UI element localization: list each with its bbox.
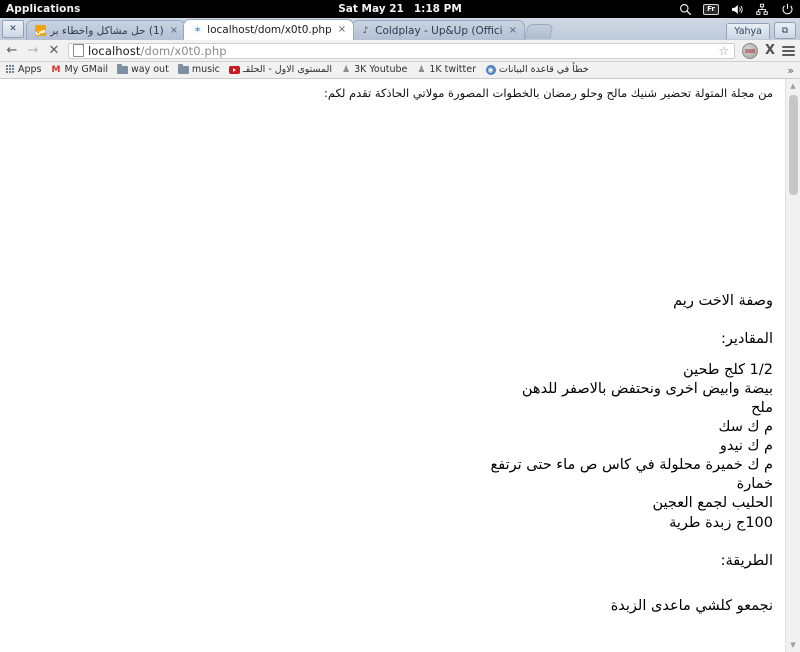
method-line: نجمعو كلشي ماعدى الزبدة <box>610 598 773 615</box>
applications-menu[interactable]: Applications <box>6 3 80 15</box>
back-button[interactable]: ← <box>5 43 19 59</box>
os-top-panel: Applications Sat May 21 1:18 PM Fr <box>0 0 800 18</box>
list-item: م ك سك <box>718 418 773 435</box>
close-x-icon[interactable]: X <box>765 44 775 57</box>
browser-tab-strip: ✕ ص (1) حل مشاكل واخطاء بر × ✶ localhost… <box>0 18 800 40</box>
youtube-icon <box>228 65 240 75</box>
bookmark-label: music <box>191 64 220 76</box>
folder-icon <box>117 64 129 75</box>
bookmark-youtube-lesson[interactable]: المستوى الاول - الحلقـ <box>228 64 333 76</box>
user-profile-chip[interactable]: Yahya <box>726 23 770 39</box>
ingredients-list: 1/2 كلج طحين بيضة وابيض اخرى ونحتفض بالا… <box>8 361 773 533</box>
window-close-button[interactable]: ✕ <box>2 20 24 38</box>
extension-icon[interactable] <box>741 42 758 59</box>
hamburger-menu-icon[interactable] <box>782 45 795 56</box>
list-item: ملح <box>751 399 773 416</box>
bookmark-label: My GMail <box>64 64 109 76</box>
list-item: خمارة <box>736 476 773 493</box>
stop-loading-button[interactable]: ✕ <box>47 43 61 59</box>
keyboard-layout-indicator[interactable]: Fr <box>703 3 719 15</box>
url-path: /dom/x0t0.php <box>140 43 227 58</box>
loading-spinner-icon: ✶ <box>193 24 202 36</box>
tab-title: (1) حل مشاكل واخطاء بر <box>50 24 164 37</box>
list-item: م ك خميرة محلولة في كاس ص ماء حتى ترتفع <box>490 457 773 474</box>
bookmark-database-error[interactable]: ◉ خطأ في قاعدة البيانات <box>485 65 589 75</box>
bookmark-music[interactable]: music <box>177 64 220 76</box>
volume-icon[interactable] <box>730 2 744 16</box>
address-bar[interactable]: localhost/dom/x0t0.php ☆ <box>68 42 735 59</box>
browser-tab-3[interactable]: ♪ Coldplay - Up&Up (Offici × <box>351 20 525 40</box>
scrollbar-thumb[interactable] <box>789 95 798 195</box>
bookmark-label: 3K Youtube <box>354 64 408 76</box>
intro-paragraph: من مجلة المتولة تحضير شنيك مالح وحلو رمض… <box>324 86 773 100</box>
gmail-icon: M <box>51 64 61 75</box>
tab-title: localhost/dom/x0t0.php <box>207 24 332 36</box>
browser-tab-1[interactable]: ص (1) حل مشاكل واخطاء بر × <box>26 20 187 40</box>
bookmark-label: المستوى الاول - الحلقـ <box>242 64 333 76</box>
list-item: م ك نيدو <box>719 438 773 454</box>
list-item: 100ج زبدة طرية <box>669 514 773 531</box>
tab-close-icon[interactable]: × <box>336 25 346 35</box>
os-date: Sat May 21 <box>338 3 404 15</box>
bookmarks-overflow-button[interactable]: » <box>787 64 796 77</box>
bookmark-my-gmail[interactable]: M My GMail <box>51 64 109 76</box>
scroll-down-arrow[interactable]: ▼ <box>786 638 800 652</box>
browser-toolbar: ← → ✕ localhost/dom/x0t0.php ☆ X <box>0 40 800 62</box>
bookmark-way-out[interactable]: way out <box>117 64 169 76</box>
network-icon[interactable] <box>755 2 769 16</box>
globe-icon: ◉ <box>485 65 496 75</box>
browser-tab-2[interactable]: ✶ localhost/dom/x0t0.php × <box>183 19 355 40</box>
tab-title: Coldplay - Up&Up (Offici <box>375 24 503 37</box>
bookmark-label: خطأ في قاعدة البيانات <box>499 64 589 76</box>
url-host: localhost <box>88 43 141 58</box>
orange-site-icon: ص <box>35 25 46 36</box>
page-scrollbar[interactable]: ▲ ▼ <box>785 79 800 652</box>
window-restore-button[interactable]: ⧉ <box>774 22 796 39</box>
bookmark-star-icon[interactable]: ☆ <box>718 44 730 58</box>
os-time: 1:18 PM <box>413 3 462 15</box>
bookmarks-bar: Apps M My GMail way out music المستوى ال… <box>0 62 800 79</box>
scroll-up-arrow[interactable]: ▲ <box>786 79 800 93</box>
recipe-title: وصفة الاخت ريم <box>673 293 773 309</box>
music-note-icon: ♪ <box>362 25 369 36</box>
page-viewport: من مجلة المتولة تحضير شنيك مالح وحلو رمض… <box>0 79 800 652</box>
contact-icon: ♟ <box>417 64 426 75</box>
url-text: localhost/dom/x0t0.php <box>88 44 227 58</box>
forward-button[interactable]: → <box>26 43 40 59</box>
bookmark-label: 1K twitter <box>429 64 476 76</box>
bookmark-apps[interactable]: Apps <box>4 65 42 75</box>
contact-icon: ♟ <box>342 64 351 75</box>
search-icon[interactable] <box>678 2 692 16</box>
tab-close-icon[interactable]: × <box>507 25 517 36</box>
page-content: من مجلة المتولة تحضير شنيك مالح وحلو رمض… <box>0 79 785 652</box>
bookmark-label: Apps <box>18 64 42 76</box>
os-system-tray: Fr <box>678 2 794 16</box>
folder-icon <box>177 64 189 75</box>
power-icon[interactable] <box>780 2 794 16</box>
bookmark-1k-twitter[interactable]: ♟ 1K twitter <box>416 65 476 75</box>
list-item: 1/2 كلج طحين <box>683 361 773 378</box>
list-item: بيضة وابيض اخرى ونحتفض بالاصفر للدهن <box>521 380 773 397</box>
method-heading: الطريقة: <box>720 552 773 569</box>
tab-close-icon[interactable]: × <box>168 25 178 36</box>
bookmark-label: way out <box>131 64 169 76</box>
recipe-block: وصفة الاخت ريم المقادير: 1/2 كلج طحين بي… <box>8 291 773 618</box>
list-item: الحليب لجمع العجين <box>652 495 773 512</box>
apps-grid-icon <box>4 65 15 75</box>
bookmark-3k-youtube[interactable]: ♟ 3K Youtube <box>341 65 407 75</box>
ingredients-heading: المقادير: <box>721 330 773 347</box>
page-document-icon <box>73 44 84 57</box>
new-tab-button[interactable] <box>524 24 554 39</box>
